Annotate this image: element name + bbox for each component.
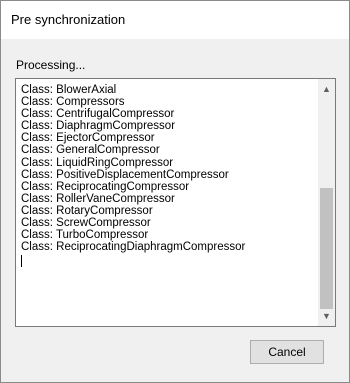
log-line: Class: TurboCompressor: [21, 229, 149, 242]
cancel-button[interactable]: Cancel: [250, 340, 324, 364]
title-bar: Pre synchronization: [1, 1, 349, 39]
log-line: Class: PositiveDisplacementCompressor: [21, 168, 229, 181]
window-title: Pre synchronization: [11, 12, 126, 27]
chevron-down-icon[interactable]: ▼: [318, 308, 335, 324]
scrollbar-thumb[interactable]: [320, 188, 333, 309]
log-line: Class: EjectorCompressor: [21, 132, 155, 145]
log-textarea[interactable]: Class: BlowerAxial Class: Compressors Clas…: [15, 78, 336, 327]
log-line: Class: RollerVaneCompressor: [21, 192, 175, 205]
log-line: Class: ScrewCompressor: [21, 217, 151, 230]
chevron-up-icon[interactable]: ▲: [318, 81, 335, 97]
log-scrollbar[interactable]: ▲ ▼: [318, 79, 335, 326]
log-line: Class: RotaryCompressor: [21, 204, 153, 217]
log-lines: Class: BlowerAxial Class: Compressors Clas…: [21, 84, 311, 268]
log-line: Class: Compressors: [21, 96, 125, 109]
log-line: Class: CentrifugalCompressor: [21, 108, 175, 121]
text-caret: [21, 255, 22, 268]
pre-sync-dialog: Pre synchronization Processing... Class:…: [0, 0, 350, 383]
status-label: Processing...: [16, 58, 86, 72]
log-line: Class: ReciprocatingCompressor: [21, 180, 190, 193]
log-line: Class: DiaphragmCompressor: [21, 120, 176, 133]
log-line: Class: ReciprocatingDiaphragmCompressor: [21, 241, 246, 254]
log-line: Class: BlowerAxial: [21, 84, 117, 96]
log-line: Class: LiquidRingCompressor: [21, 156, 174, 169]
log-line: Class: GeneralCompressor: [21, 144, 160, 157]
